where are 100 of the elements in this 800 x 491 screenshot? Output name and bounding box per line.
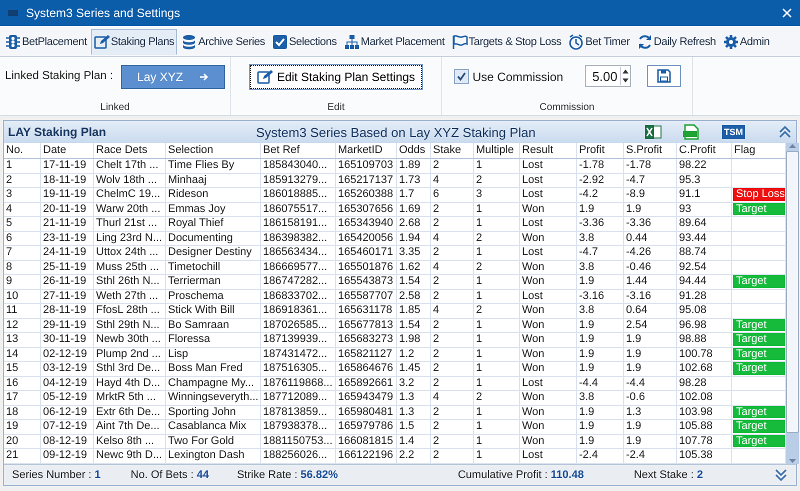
table-cell: 24-11-19 xyxy=(41,246,94,260)
toolbar-tab[interactable]: Admin xyxy=(720,29,773,55)
table-cell: Hayd 4th D... xyxy=(94,376,166,390)
column-header[interactable]: Date xyxy=(41,143,94,158)
table-cell: 2.58 xyxy=(397,290,431,303)
expand-icon[interactable] xyxy=(774,468,788,482)
table-cell: 105.38 xyxy=(677,449,732,462)
column-header[interactable]: Odds xyxy=(397,143,431,158)
table-cell: 29-11-19 xyxy=(41,318,94,332)
toolbar-tab[interactable]: Bet Timer xyxy=(565,29,633,55)
edit-settings-button[interactable]: Edit Staking Plan Settings xyxy=(250,65,422,89)
toolbar-tab[interactable]: Targets & Stop Loss xyxy=(448,29,564,55)
table-cell: 187139939... xyxy=(261,333,336,346)
table-cell: Lost xyxy=(520,217,577,230)
table-cell: 2 xyxy=(431,376,474,390)
table-cell: Ling 23rd N... xyxy=(94,232,166,245)
table-cell: 1 xyxy=(474,434,520,448)
column-header[interactable]: Result xyxy=(520,143,577,158)
table-cell: 25-11-19 xyxy=(41,260,94,274)
table-cell: 11 xyxy=(4,304,41,318)
table-cell: 95.3 xyxy=(677,174,732,187)
toolbar-tab[interactable]: Selections xyxy=(268,29,340,55)
table-cell: 1 xyxy=(474,159,520,172)
table-cell: Won xyxy=(520,348,577,361)
column-header[interactable]: Multiple xyxy=(474,143,520,158)
csv-file-icon[interactable] xyxy=(682,124,700,140)
table-cell: 20-11-19 xyxy=(41,202,94,216)
table-cell: Lexington Dash xyxy=(166,449,261,462)
table-cell: 1.9 xyxy=(577,434,624,448)
tab-icon xyxy=(94,34,110,50)
table-cell: Lost xyxy=(520,246,577,260)
column-header[interactable]: C.Profit xyxy=(677,143,732,158)
tsm-logo[interactable]: TSM xyxy=(722,125,745,139)
table-cell: 2 xyxy=(431,348,474,361)
table-cell: 105.88 xyxy=(677,420,732,434)
table-cell: Newb 30th ... xyxy=(94,333,166,346)
table-cell: Plump 2nd ... xyxy=(94,348,166,361)
status-item: Next Stake : 2 xyxy=(634,468,703,480)
tab-icon xyxy=(181,34,198,50)
column-header[interactable]: S.Profit xyxy=(624,143,677,158)
group-label: Linked xyxy=(100,102,130,113)
table-cell: 185843040... xyxy=(261,159,336,172)
column-header[interactable]: Bet Ref xyxy=(261,143,336,158)
table-cell: 2 xyxy=(431,159,474,172)
save-button[interactable] xyxy=(646,65,680,87)
table-cell: 1.9 xyxy=(577,406,624,419)
table-cell: -8.9 xyxy=(624,188,677,202)
column-header[interactable]: Race Dets xyxy=(94,143,166,158)
table-cell: -2.4 xyxy=(624,449,677,462)
column-header[interactable]: No. xyxy=(4,143,41,158)
column-header[interactable]: Stake xyxy=(431,143,474,158)
toolbar-tab[interactable]: Market Placement xyxy=(340,29,448,55)
toolbar-tab[interactable]: Staking Plans xyxy=(90,29,178,55)
commission-spinner[interactable]: 5.00 xyxy=(585,65,630,87)
table-cell: 1.2 xyxy=(397,348,431,361)
spreadsheet-icon[interactable] xyxy=(644,124,662,140)
table-cell: 3.35 xyxy=(397,246,431,260)
table-cell: 1.69 xyxy=(397,202,431,216)
table-cell: 2 xyxy=(431,290,474,303)
table-cell: 185913279... xyxy=(261,174,336,187)
table-cell: 0.44 xyxy=(624,232,677,245)
scrollbar[interactable] xyxy=(786,143,799,464)
table-cell: 5 xyxy=(4,217,41,230)
table-cell: 1.9 xyxy=(577,275,624,288)
column-header[interactable]: Profit xyxy=(577,143,624,158)
table-cell: 165587707 xyxy=(336,290,397,303)
table-cell: 1.44 xyxy=(624,275,677,288)
table-cell: 103.98 xyxy=(677,406,732,419)
table-cell: -3.16 xyxy=(624,290,677,303)
table-cell: Chelt 17th ... xyxy=(94,159,166,172)
column-header[interactable]: MarketID xyxy=(336,143,397,158)
table-cell: 93.44 xyxy=(677,232,732,245)
commission-checkbox[interactable] xyxy=(454,69,468,84)
table-cell: 107.78 xyxy=(677,434,732,448)
table-cell: 15 xyxy=(4,362,41,376)
table-cell: Muss 25th ... xyxy=(94,260,166,274)
table-cell: 165501876 xyxy=(336,260,397,274)
table-cell: Lost xyxy=(520,174,577,187)
table-cell: -4.7 xyxy=(624,174,677,187)
table-cell: 1 xyxy=(474,449,520,462)
table-cell: 98.28 xyxy=(677,376,732,390)
close-icon[interactable] xyxy=(782,8,792,18)
table-cell: Won xyxy=(520,232,577,245)
collapse-icon[interactable] xyxy=(778,125,792,139)
toolbar-tab[interactable]: BetPlacement xyxy=(2,29,90,55)
toolbar-tab[interactable]: Daily Refresh xyxy=(634,29,719,55)
column-header[interactable]: Selection xyxy=(166,143,261,158)
table-cell: 3.2 xyxy=(397,376,431,390)
tab-icon xyxy=(568,34,584,50)
table-cell: Uttox 24th ... xyxy=(94,246,166,260)
table-cell: 95.08 xyxy=(677,304,732,318)
edit-icon xyxy=(256,69,273,85)
table-cell: 1.3 xyxy=(397,406,431,419)
table-cell: 1.45 xyxy=(397,362,431,376)
table-cell: 187712089... xyxy=(261,391,336,404)
flag-badge: Target xyxy=(733,275,785,288)
table-cell: 2 xyxy=(431,275,474,288)
table-cell: -4.2 xyxy=(577,188,624,202)
table-cell: 89.64 xyxy=(677,217,732,230)
toolbar-tab[interactable]: Archive Series xyxy=(178,29,268,55)
